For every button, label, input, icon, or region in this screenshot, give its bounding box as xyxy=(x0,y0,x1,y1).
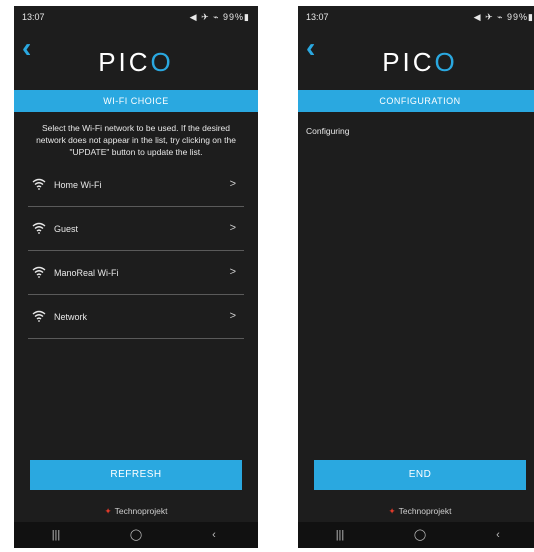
android-nav-bar: ||| ◯ ‹ xyxy=(14,522,258,548)
status-bar: 13:07 ◀ ✈ ⌁ 99%▮ xyxy=(14,6,258,28)
home-icon[interactable]: ◯ xyxy=(400,522,440,548)
section-banner: CONFIGURATION xyxy=(298,90,534,112)
wifi-network-item[interactable]: ManoReal Wi-Fi > xyxy=(28,252,244,295)
wifi-network-item[interactable]: Guest > xyxy=(28,208,244,251)
status-time: 13:07 xyxy=(306,12,329,22)
brand-logo-icon: ✦ xyxy=(388,506,396,516)
chevron-right-icon: > xyxy=(229,178,236,190)
status-icons: ◀ ✈ ⌁ 99%▮ xyxy=(473,12,534,22)
chevron-right-icon: > xyxy=(229,266,236,278)
chevron-right-icon: > xyxy=(229,222,236,234)
instructions-text: Select the Wi-Fi network to be used. If … xyxy=(36,123,236,157)
wifi-network-item[interactable]: Home Wi-Fi > xyxy=(28,164,244,207)
recent-apps-icon[interactable]: ||| xyxy=(320,522,360,548)
section-banner: WI-FI CHOICE xyxy=(14,90,258,112)
wifi-icon xyxy=(32,310,46,322)
logo-accent-text: O xyxy=(150,47,174,77)
phone-screen-wifi-choice: 13:07 ◀ ✈ ⌁ 99%▮ ‹ PICO WI-FI CHOICE Sel… xyxy=(14,6,258,548)
wifi-network-item[interactable]: Network > xyxy=(28,296,244,339)
logo-main-text: PIC xyxy=(98,47,151,77)
footer-brand: ✦ Technoprojekt xyxy=(14,503,258,519)
footer-brand: ✦ Technoprojekt xyxy=(298,503,534,519)
nav-back-icon[interactable]: ‹ xyxy=(194,522,234,548)
footer-brand-text: Technoprojekt xyxy=(398,506,452,516)
wifi-icon xyxy=(32,266,46,278)
wifi-icon xyxy=(32,178,46,190)
end-button[interactable]: END xyxy=(314,460,526,490)
wifi-network-name: Network xyxy=(54,312,88,322)
wifi-network-name: Home Wi-Fi xyxy=(54,180,102,190)
status-icons: ◀ ✈ ⌁ 99%▮ xyxy=(189,12,250,22)
footer-brand-text: Technoprojekt xyxy=(114,506,168,516)
status-time: 13:07 xyxy=(22,12,45,22)
configuring-status-text: Configuring xyxy=(306,126,350,136)
chevron-right-icon: > xyxy=(229,310,236,322)
phone-screen-configuration: 13:07 ◀ ✈ ⌁ 99%▮ ‹ PICO CONFIGURATION Co… xyxy=(298,6,534,548)
app-logo: PICO xyxy=(298,44,534,80)
app-logo: PICO xyxy=(14,44,258,80)
home-icon[interactable]: ◯ xyxy=(116,522,156,548)
wifi-icon xyxy=(32,222,46,234)
recent-apps-icon[interactable]: ||| xyxy=(36,522,76,548)
wifi-network-name: ManoReal Wi-Fi xyxy=(54,268,119,278)
android-nav-bar: ||| ◯ ‹ xyxy=(298,522,534,548)
wifi-network-list: Home Wi-Fi > Guest > ManoReal Wi-Fi > Ne… xyxy=(28,164,244,340)
wifi-network-name: Guest xyxy=(54,224,79,234)
logo-accent-text: O xyxy=(434,47,458,77)
nav-back-icon[interactable]: ‹ xyxy=(478,522,518,548)
brand-logo-icon: ✦ xyxy=(104,506,112,516)
status-bar: 13:07 ◀ ✈ ⌁ 99%▮ xyxy=(298,6,534,28)
refresh-button[interactable]: REFRESH xyxy=(30,460,242,490)
logo-main-text: PIC xyxy=(382,47,435,77)
